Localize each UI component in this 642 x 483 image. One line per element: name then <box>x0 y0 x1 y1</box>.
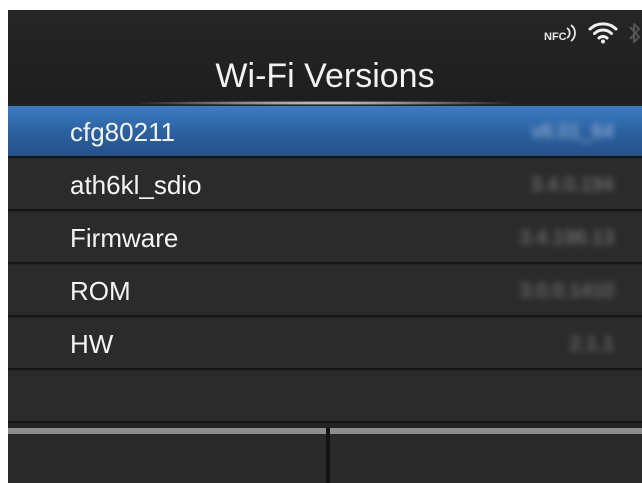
list-item-label: ath6kl_sdio <box>70 170 202 200</box>
left-softkey[interactable] <box>8 428 326 483</box>
list-item-value: 2.1.1 <box>569 333 614 355</box>
page-title: Wi-Fi Versions <box>215 57 435 95</box>
list-item-empty <box>8 371 642 423</box>
list-item-value: 3.4.196.13 <box>519 227 614 249</box>
softkey-bar <box>8 428 642 483</box>
list-item-firmware[interactable]: Firmware 3.4.196.13 <box>8 212 642 264</box>
title-underline <box>138 101 512 105</box>
nfc-label: NFC <box>544 31 567 43</box>
printer-display: NFC Wi-Fi Versions cfg80211 v6.01_64 ath… <box>0 0 642 483</box>
wifi-icon <box>588 22 618 44</box>
list-item-label: Firmware <box>70 223 179 253</box>
right-softkey[interactable] <box>330 428 642 483</box>
lcd-panel: NFC Wi-Fi Versions cfg80211 v6.01_64 ath… <box>8 10 642 483</box>
list-item-rom[interactable]: ROM 3.0.0.1410 <box>8 265 642 317</box>
list-item-ath6kl-sdio[interactable]: ath6kl_sdio 3.4.0.194 <box>8 159 642 211</box>
list-item-value: 3.0.0.1410 <box>519 280 614 302</box>
list-item-value: 3.4.0.194 <box>530 174 614 196</box>
bluetooth-icon <box>629 23 640 43</box>
list-item-hw[interactable]: HW 2.1.1 <box>8 318 642 370</box>
list-item-label: cfg80211 <box>70 117 176 147</box>
status-icons: NFC <box>532 18 642 48</box>
list-item-label: HW <box>70 329 114 359</box>
header-bar: NFC Wi-Fi Versions <box>8 10 642 105</box>
version-list: cfg80211 v6.01_64 ath6kl_sdio 3.4.0.194 … <box>8 106 642 426</box>
list-item-value: v6.01_64 <box>531 121 614 143</box>
list-item-cfg80211[interactable]: cfg80211 v6.01_64 <box>8 106 642 158</box>
list-item-label: ROM <box>70 276 131 306</box>
nfc-icon: NFC <box>544 24 576 43</box>
